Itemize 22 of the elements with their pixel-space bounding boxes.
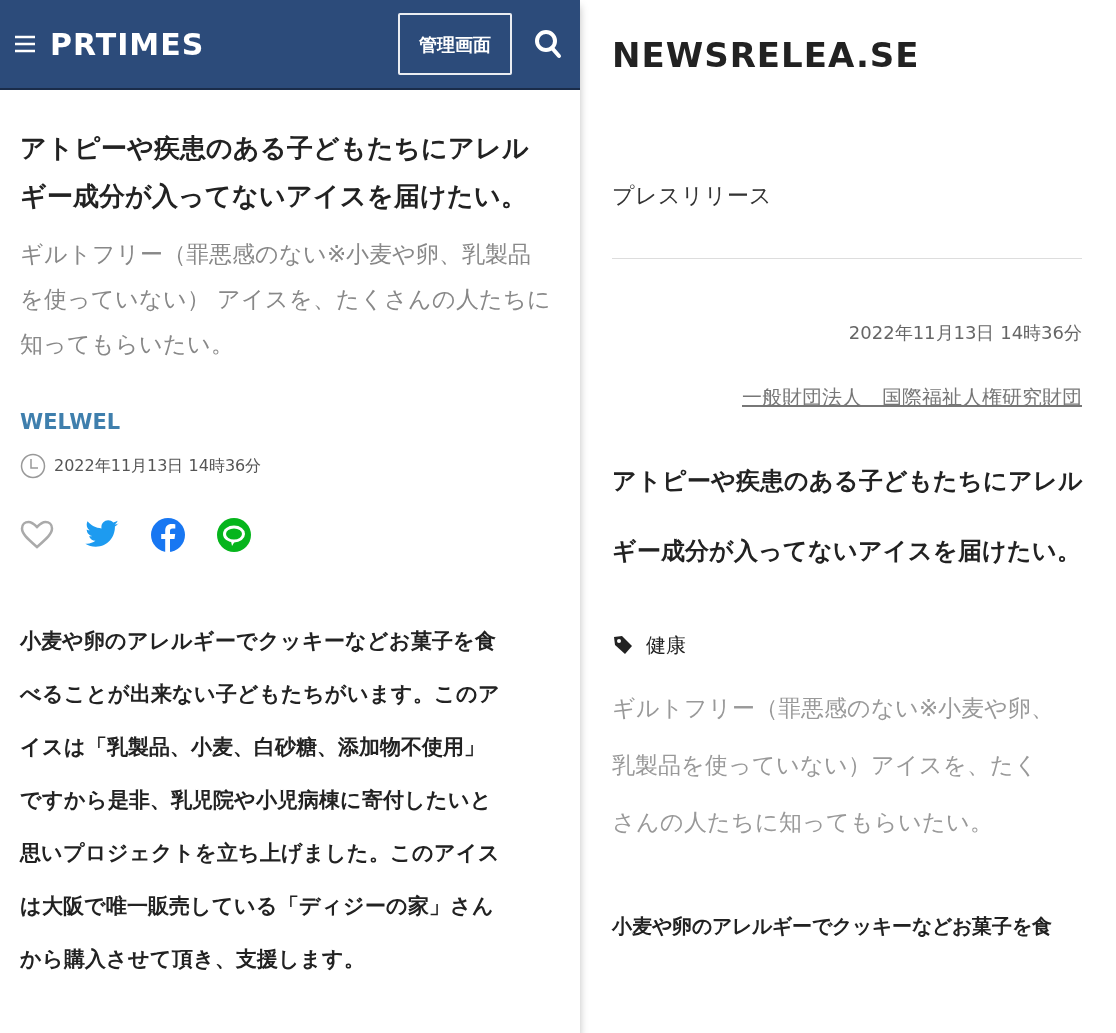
- tag-label[interactable]: 健康: [646, 630, 686, 660]
- company-link[interactable]: WELWEL: [20, 407, 560, 439]
- chat-bubble-icon[interactable]: [216, 516, 252, 553]
- article-body: 小麦や卵のアレルギーでクッキーなどお菓子を食: [612, 913, 1052, 940]
- clock-icon: [20, 452, 46, 479]
- category-label: プレスリリース: [612, 182, 773, 210]
- heart-icon[interactable]: [20, 519, 54, 550]
- tag-icon: [612, 634, 634, 656]
- search-icon[interactable]: [534, 29, 562, 59]
- logo[interactable]: PRTIMES: [50, 21, 205, 67]
- logo[interactable]: NEWSRELEA.SE: [612, 30, 1082, 81]
- article-body: 小麦や卵のアレルギーでクッキーなどお菓子を食べることが出来ない子どもたちがいます。このアイスは「乳製品、小麦、白砂糖、添加物不使用」ですから是非、乳児院や小児病棟に寄付したいと思いプロジェクトを立ち上げました。このアイスは大阪で唯一販売している「ディジーの家」さんから購入させて頂き、支援します。: [20, 627, 501, 973]
- article-subtitle: ギルトフリー（罪悪感のない※小麦や卵、乳製品を使っていない） アイスを、たくさんの人たちに知ってもらいたい。: [20, 240, 553, 359]
- publish-date: 2022年11月13日 14時36分: [848, 321, 1082, 345]
- menu-icon[interactable]: [14, 33, 36, 55]
- article-title: アトピーや疾患のある子どもたちにアレルギー成分が入ってないアイスを届けたい。: [612, 466, 1084, 567]
- admin-button[interactable]: 管理画面: [398, 13, 512, 75]
- article-title: アトピーや疾患のある子どもたちにアレルギー成分が入ってないアイスを届けたい。: [20, 132, 530, 213]
- facebook-icon[interactable]: [150, 516, 186, 553]
- publish-date: 2022年11月13日 14時36分: [54, 454, 262, 477]
- article-subtitle: ギルトフリー（罪悪感のない※小麦や卵、乳製品を使っていない）アイスを、たくさんの人たちに知ってもらいたい。: [612, 694, 1056, 837]
- organization-link[interactable]: 一般財団法人 国際福祉人権研究財団: [742, 382, 1082, 412]
